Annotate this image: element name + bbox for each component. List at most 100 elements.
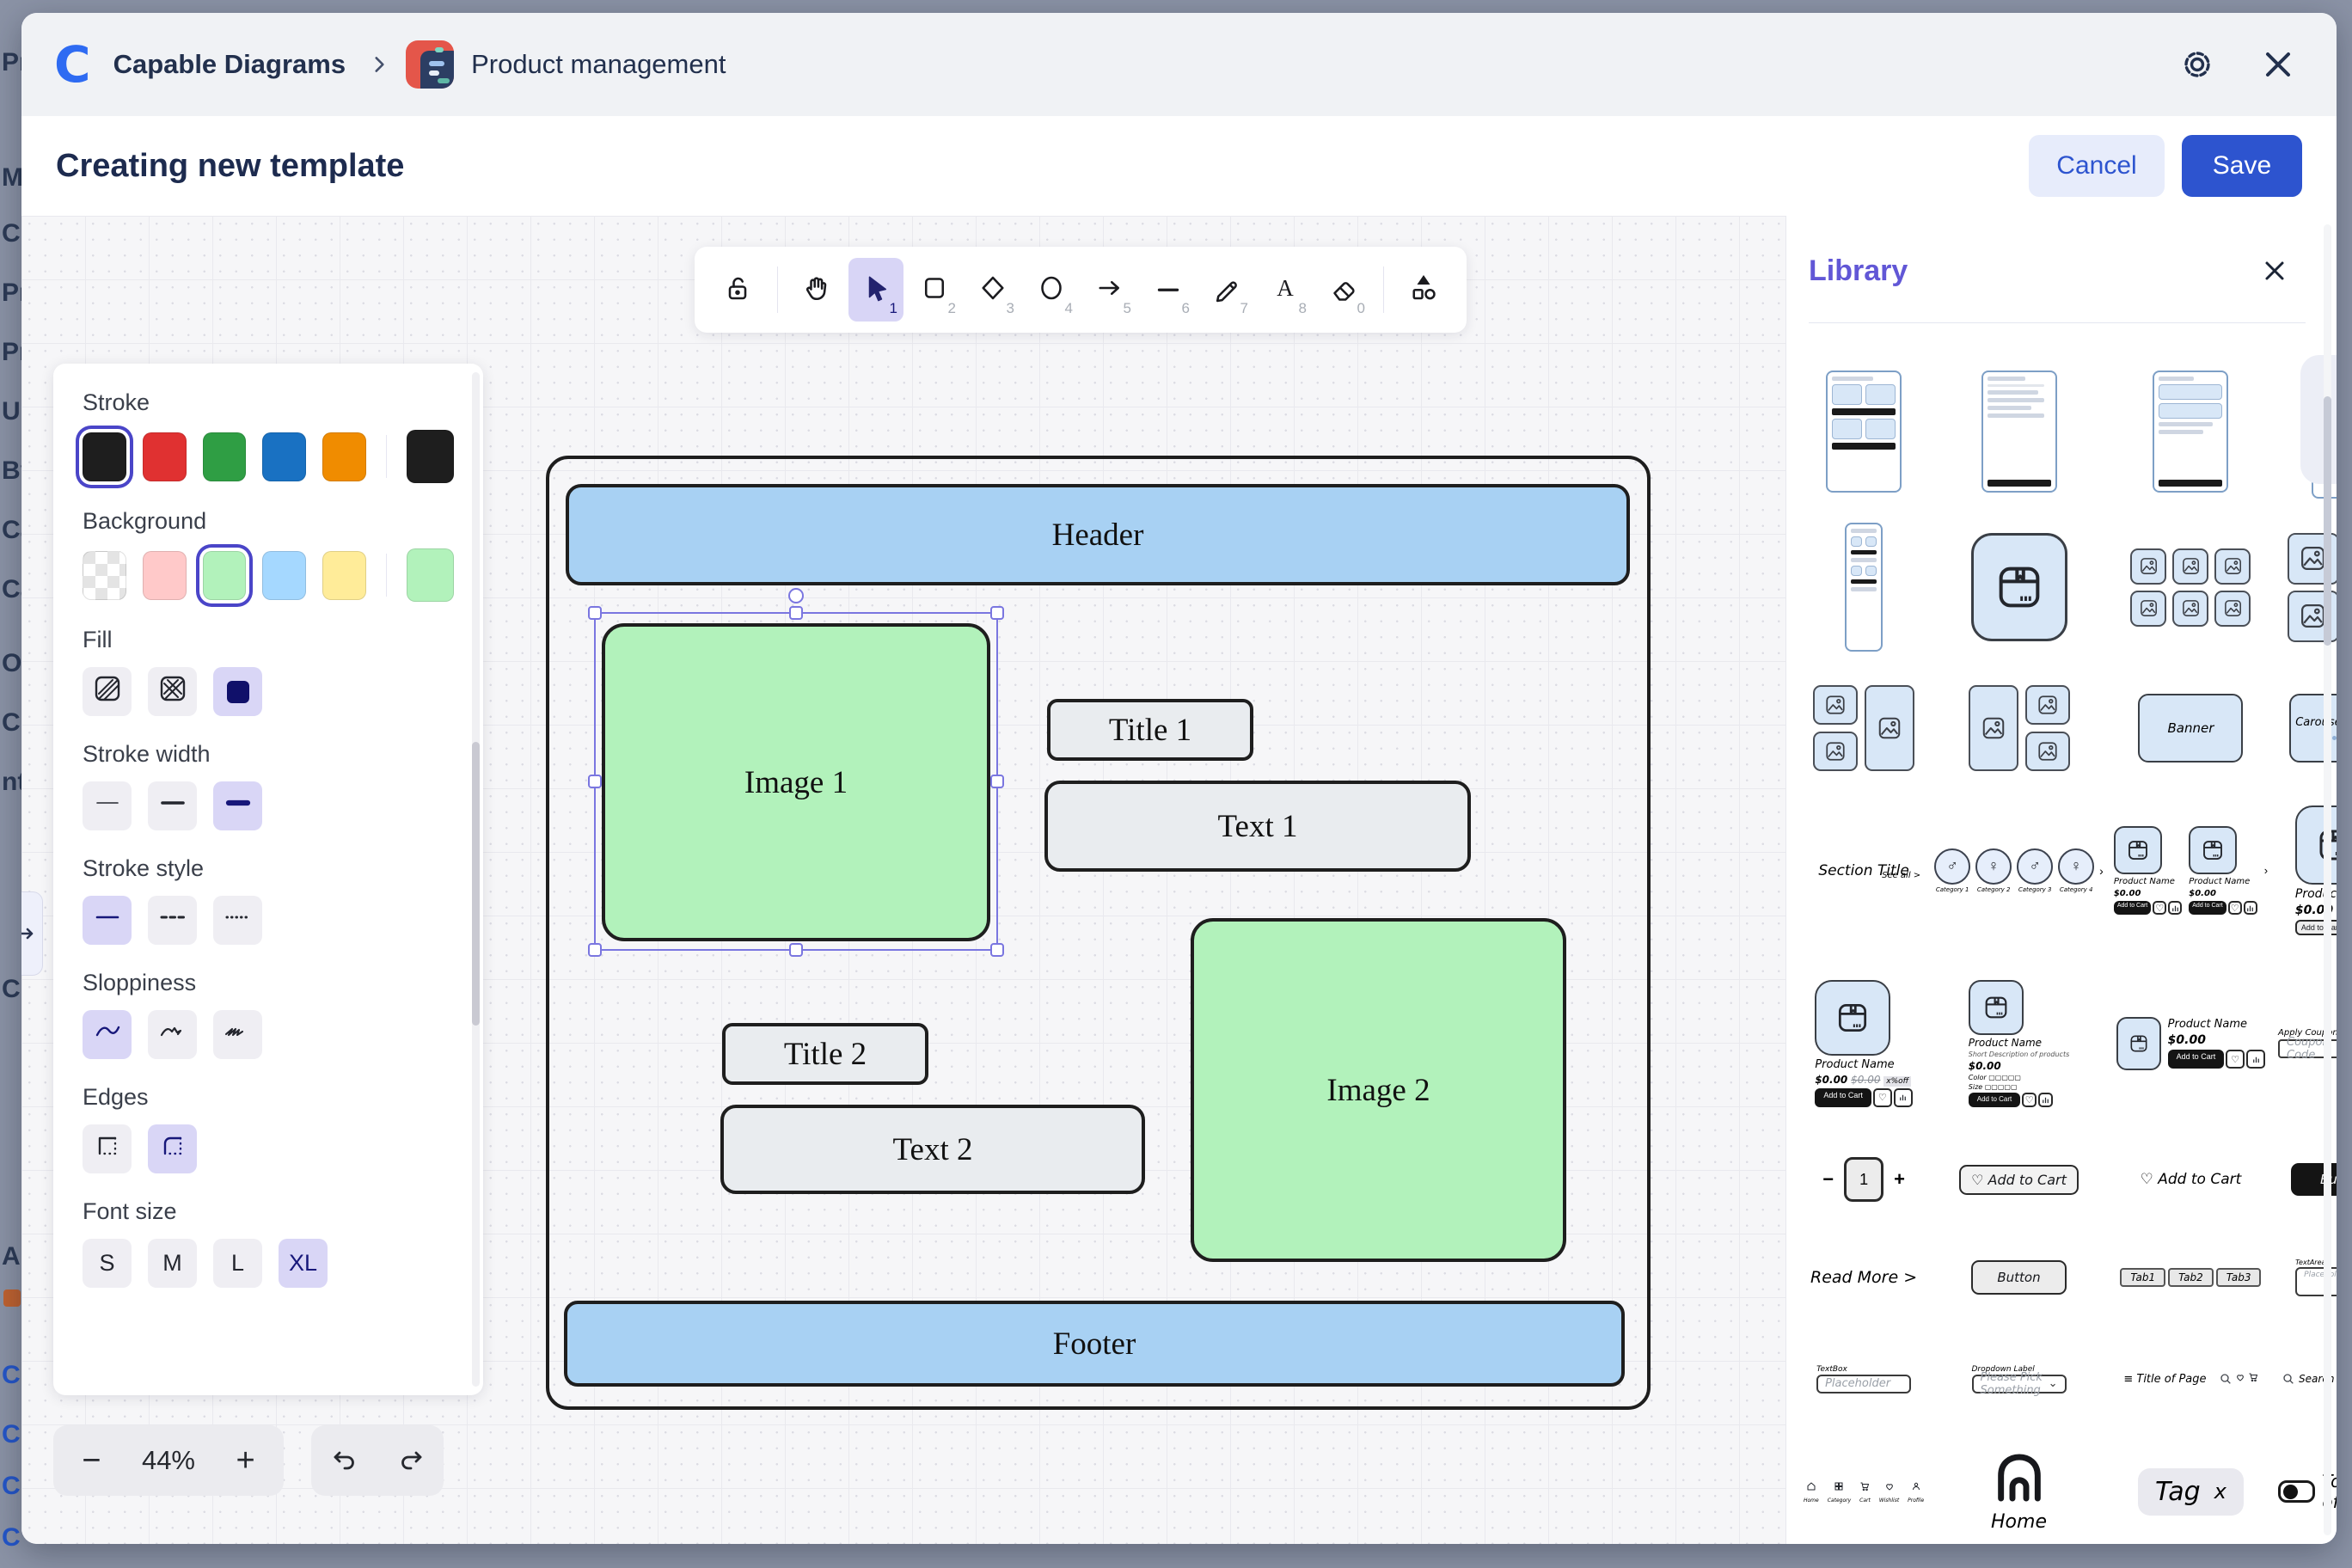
library-item-image-gallery-right[interactable] (1934, 678, 2104, 777)
zoom-level[interactable]: 44% (142, 1445, 195, 1476)
library-item-banner[interactable]: Banner (2114, 678, 2268, 777)
font-size-s[interactable]: S (83, 1239, 132, 1288)
library-item-product-row[interactable]: Product Name$0.00Add to Cart♡ (2114, 964, 2268, 1123)
shape-text-2[interactable]: Text 2 (720, 1105, 1145, 1194)
tool-draw[interactable]: 7 (1199, 258, 1254, 322)
shape-image-2[interactable]: Image 2 (1191, 918, 1566, 1262)
library-item-read-more-link[interactable]: Read More > (1804, 1236, 1924, 1318)
library-item-image-grid-2x3[interactable] (2114, 518, 2268, 656)
tool-text[interactable]: A8 (1258, 258, 1313, 322)
sloppiness-artist[interactable] (148, 1010, 197, 1059)
tool-ellipse[interactable]: 4 (1024, 258, 1079, 322)
resize-handle-n[interactable] (789, 606, 803, 620)
library-item-home-icon-large[interactable]: Home (1934, 1440, 2104, 1543)
close-icon[interactable] (2254, 40, 2302, 89)
save-button[interactable]: Save (2182, 135, 2302, 197)
stroke-swatch-0[interactable] (83, 432, 126, 481)
tool-lock[interactable] (710, 258, 765, 322)
resize-handle-sw[interactable] (588, 943, 602, 957)
app-logo[interactable]: C (54, 40, 91, 89)
background-swatch-1[interactable] (143, 551, 187, 600)
resize-handle-w[interactable] (588, 775, 602, 788)
fill-cross-hatch[interactable] (148, 667, 197, 716)
selection-box[interactable] (594, 612, 998, 951)
resize-handle-ne[interactable] (990, 606, 1004, 620)
library-item-product-card-pair[interactable]: Product Name$0.00Add to Cart♡Product Nam… (2114, 799, 2268, 941)
settings-gear-icon[interactable] (2173, 40, 2221, 89)
shape-title-1[interactable]: Title 1 (1047, 699, 1253, 761)
stroke-width-bold[interactable] (148, 781, 197, 830)
shape-text-1[interactable]: Text 1 (1044, 781, 1471, 872)
library-item-page-title-bar[interactable]: ≡ Title of Page (2114, 1340, 2268, 1418)
font-size-m[interactable]: M (148, 1239, 197, 1288)
breadcrumb-app-name[interactable]: Capable Diagrams (113, 49, 346, 80)
stroke-style-dashed[interactable] (148, 896, 197, 945)
library-scrollbar[interactable] (2324, 224, 2331, 1535)
resize-handle-nw[interactable] (588, 606, 602, 620)
edges-sharp[interactable] (83, 1124, 132, 1173)
stroke-swatch-1[interactable] (143, 432, 187, 481)
sloppiness-architect[interactable] (83, 1010, 132, 1059)
library-close-icon[interactable] (2251, 247, 2299, 295)
undo-icon[interactable] (319, 1430, 371, 1491)
shape-header[interactable]: Header (566, 484, 1630, 585)
library-item-tab-bar[interactable]: Tab1Tab2Tab3 (2114, 1236, 2268, 1318)
background-current-color[interactable] (407, 548, 454, 602)
rotate-handle[interactable] (788, 588, 804, 603)
background-swatch-4[interactable] (322, 551, 366, 600)
library-item-template-category-page[interactable] (1804, 367, 1924, 496)
stroke-width-thin[interactable] (83, 781, 132, 830)
library-item-bottom-nav[interactable]: HomeCategoryCartWishlistProfile (1804, 1440, 1924, 1543)
library-item-product-card-detail[interactable]: Product NameShort Description of product… (1934, 964, 2104, 1123)
tool-selection[interactable]: 1 (848, 258, 903, 322)
fill-hachure[interactable] (83, 667, 132, 716)
stroke-swatch-2[interactable] (203, 432, 247, 481)
fill-solid[interactable] (213, 667, 262, 716)
tag-close-icon[interactable]: x (2214, 1479, 2226, 1504)
stroke-width-extra-bold[interactable] (213, 781, 262, 830)
library-item-tag-chip[interactable]: Tagx (2114, 1440, 2268, 1543)
tool-hand[interactable] (790, 258, 845, 322)
font-size-l[interactable]: L (213, 1239, 262, 1288)
edges-round[interactable] (148, 1124, 197, 1173)
zoom-out-button[interactable]: − (65, 1430, 117, 1491)
tool-line[interactable]: 6 (1141, 258, 1196, 322)
stroke-current-color[interactable] (407, 430, 454, 483)
stroke-swatch-3[interactable] (262, 432, 306, 481)
library-item-textbox-field[interactable]: TextBoxPlaceholder (1804, 1340, 1924, 1418)
drawing-canvas[interactable]: 1234567A80 Stroke Background Fill Stroke… (21, 216, 1786, 1544)
panel-collapse-handle[interactable] (21, 891, 43, 976)
library-item-product-card-sale[interactable]: Product Name$0.00 $0.00 x%offAdd to Cart… (1804, 964, 1924, 1123)
library-item-dropdown-field[interactable]: Dropdown LabelPlease Pick Something⌄ (1934, 1340, 2104, 1418)
tool-rectangle[interactable]: 2 (907, 258, 962, 322)
font-size-xl[interactable]: XL (279, 1239, 328, 1288)
stroke-style-dotted[interactable] (213, 896, 262, 945)
panel-scrollbar[interactable] (472, 372, 480, 1387)
tool-diamond[interactable]: 3 (965, 258, 1020, 322)
library-item-button-light[interactable]: Button (1934, 1236, 2104, 1318)
cancel-button[interactable]: Cancel (2029, 135, 2165, 197)
tool-eraser[interactable]: 0 (1316, 258, 1371, 322)
library-item-quantity-stepper[interactable]: −1+ (1804, 1145, 1924, 1214)
tool-shapes[interactable] (1396, 258, 1451, 322)
stroke-style-solid-line[interactable] (83, 896, 132, 945)
breadcrumb-document-name[interactable]: Product management (471, 49, 726, 80)
library-item-image-gallery-left[interactable] (1804, 678, 1924, 777)
redo-icon[interactable] (385, 1430, 437, 1491)
library-item-template-long-page[interactable] (1804, 518, 1924, 656)
tool-arrow[interactable]: 5 (1082, 258, 1137, 322)
background-swatch-2[interactable] (203, 551, 247, 600)
shape-title-2[interactable]: Title 2 (722, 1023, 928, 1085)
library-item-template-checkout-page[interactable] (1934, 367, 2104, 496)
library-item-template-cart-page[interactable] (2114, 367, 2268, 496)
stroke-swatch-4[interactable] (322, 432, 366, 481)
library-item-add-to-cart-link[interactable]: ♡ Add to Cart (2114, 1145, 2268, 1214)
resize-handle-s[interactable] (789, 943, 803, 957)
background-swatch-0[interactable] (83, 551, 126, 600)
library-item-category-circles[interactable]: ♂Category 1♀Category 2♂Category 3♀Catego… (1934, 799, 2104, 941)
shape-footer[interactable]: Footer (564, 1301, 1625, 1387)
sloppiness-cartoonist[interactable] (213, 1010, 262, 1059)
resize-handle-se[interactable] (990, 943, 1004, 957)
library-item-product-image-placeholder[interactable] (1934, 518, 2104, 656)
library-item-add-to-cart-button[interactable]: ♡ Add to Cart (1934, 1145, 2104, 1214)
